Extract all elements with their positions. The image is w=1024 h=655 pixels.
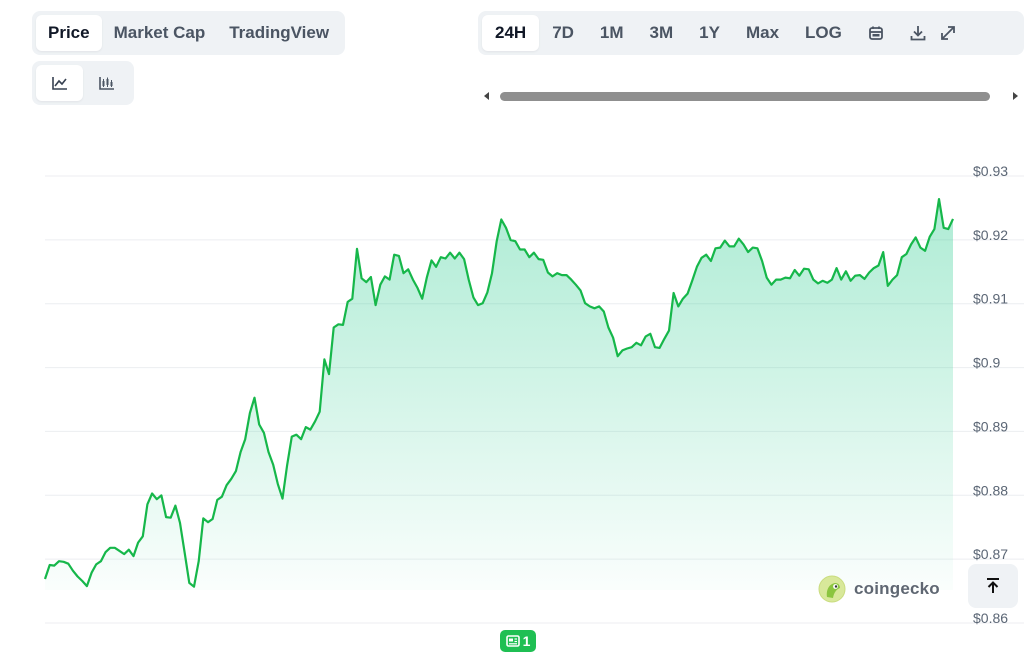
y-tick-label: $0.87 (973, 546, 1008, 562)
y-tick-label: $0.86 (973, 610, 1008, 626)
newspaper-icon (505, 635, 520, 647)
y-axis: $0.93 $0.92 $0.91 $0.9 $0.89 $0.88 $0.87 $0.86 (973, 163, 1008, 626)
y-tick-label: $0.9 (973, 355, 1000, 371)
y-tick-label: $0.92 (973, 227, 1008, 243)
news-count: 1 (522, 633, 531, 649)
y-tick-label: $0.89 (973, 418, 1008, 434)
arrow-up-to-line-icon (987, 578, 999, 593)
news-badge[interactable]: 1 (500, 630, 536, 652)
y-tick-label: $0.93 (973, 163, 1008, 179)
price-chart[interactable]: $0.93 $0.92 $0.91 $0.9 $0.89 $0.88 $0.87 $0.86 (0, 0, 1024, 655)
watermark-brand: coingecko (854, 579, 940, 598)
coingecko-logo-icon (818, 575, 846, 603)
y-tick-label: $0.91 (973, 291, 1008, 307)
scroll-to-top-button[interactable] (968, 564, 1018, 608)
coingecko-watermark: coingecko (818, 574, 940, 604)
y-tick-label: $0.88 (973, 482, 1008, 498)
